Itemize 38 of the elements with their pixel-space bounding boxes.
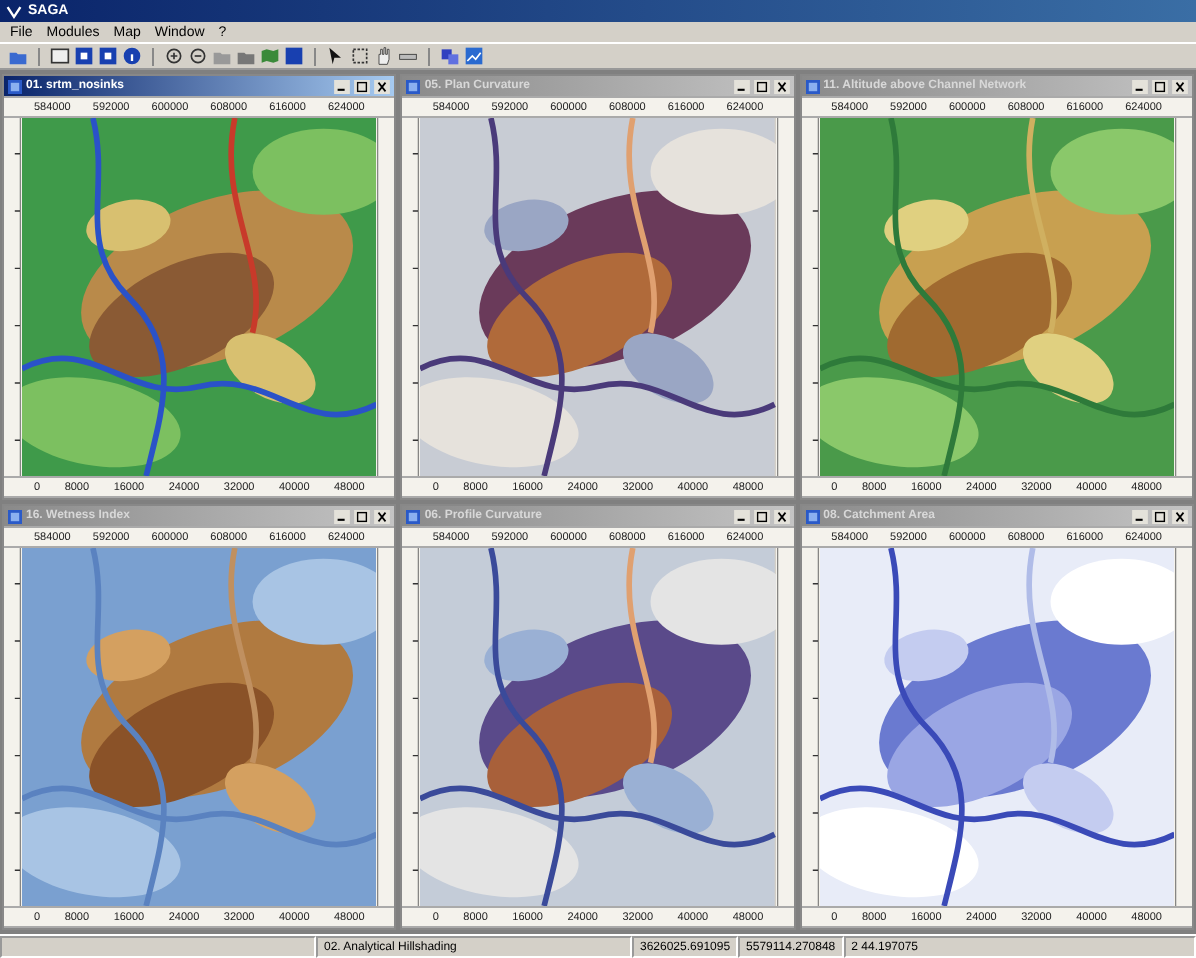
maximize-icon[interactable] — [1151, 79, 1168, 93]
map-icon — [8, 509, 22, 523]
map-icon — [805, 509, 820, 523]
maximize-icon[interactable] — [354, 79, 371, 93]
info-icon[interactable] — [122, 46, 142, 66]
square-icon[interactable] — [98, 46, 118, 66]
zoom-out-icon[interactable] — [188, 46, 208, 66]
maximize-icon[interactable] — [1151, 509, 1168, 523]
window-icon[interactable] — [50, 46, 70, 66]
selection-icon[interactable] — [350, 46, 370, 66]
map-icon — [406, 509, 421, 523]
close-icon[interactable] — [374, 79, 391, 93]
close-icon[interactable] — [1171, 79, 1188, 93]
maximize-icon[interactable] — [354, 509, 371, 523]
map-icon — [805, 79, 820, 93]
maximize-icon[interactable] — [753, 79, 770, 93]
map-icon — [8, 79, 22, 93]
close-icon[interactable] — [773, 79, 790, 93]
layers-icon[interactable] — [440, 46, 460, 66]
minimize-icon[interactable] — [1131, 79, 1148, 93]
cursor-icon[interactable] — [326, 46, 346, 66]
logo-icon — [6, 3, 22, 19]
square-icon[interactable] — [74, 46, 94, 66]
maximize-icon[interactable] — [753, 509, 770, 523]
minimize-icon[interactable] — [733, 79, 750, 93]
hand-icon[interactable] — [374, 46, 394, 66]
minimize-icon[interactable] — [334, 79, 351, 93]
minimize-icon[interactable] — [1131, 509, 1148, 523]
square-icon[interactable] — [284, 46, 304, 66]
minimize-icon[interactable] — [733, 509, 750, 523]
chart-icon[interactable] — [464, 46, 484, 66]
minimize-icon[interactable] — [334, 509, 351, 523]
zoom-in-icon[interactable] — [164, 46, 184, 66]
close-icon[interactable] — [374, 509, 391, 523]
close-icon[interactable] — [1171, 509, 1188, 523]
map-icon[interactable] — [260, 46, 280, 66]
map-icon — [406, 79, 421, 93]
close-icon[interactable] — [773, 509, 790, 523]
